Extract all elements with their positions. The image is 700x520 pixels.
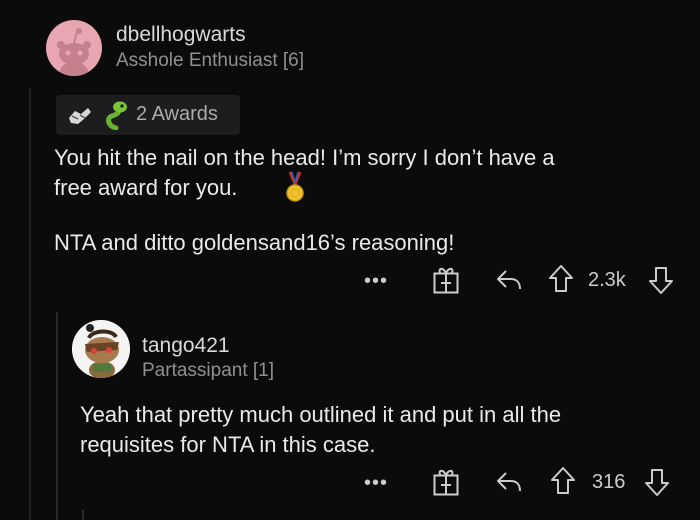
wholesome-hug-award-icon xyxy=(69,108,91,124)
more-options-button[interactable]: ••• xyxy=(364,472,388,495)
vote-score: 316 xyxy=(592,471,626,493)
user-flair: Partassipant [1] xyxy=(142,360,275,381)
downvote-arrow-icon[interactable] xyxy=(648,265,674,295)
gift-icon[interactable] xyxy=(432,467,460,497)
awards-count[interactable]: 2 Awards xyxy=(136,103,218,126)
comment-body-line: You hit the nail on the head! I’m sorry … xyxy=(54,145,555,170)
reply-arrow-icon[interactable] xyxy=(495,268,523,292)
more-options-button[interactable]: ••• xyxy=(364,270,388,293)
reply-username[interactable]: tango421 xyxy=(142,334,230,358)
comment-body-line: free award for you. xyxy=(54,175,238,200)
vote-score: 2.3k xyxy=(588,269,626,291)
avatar[interactable] xyxy=(72,320,130,378)
avatar[interactable] xyxy=(46,20,102,76)
upvote-arrow-icon[interactable] xyxy=(550,466,576,496)
reply-thread-line[interactable] xyxy=(56,312,58,520)
nested-thread-line[interactable] xyxy=(82,510,84,520)
downvote-arrow-icon[interactable] xyxy=(644,467,670,497)
comment-username[interactable]: dbellhogwarts xyxy=(116,23,246,47)
reply-body-line: requisites for NTA in this case. xyxy=(80,432,376,457)
gift-icon[interactable] xyxy=(432,265,460,295)
medal-emoji-icon xyxy=(286,171,304,202)
thread-line[interactable] xyxy=(29,88,31,520)
custom-snoo-avatar-icon xyxy=(72,320,130,378)
user-flair: Asshole Enthusiast [6] xyxy=(116,50,304,71)
reply-arrow-icon[interactable] xyxy=(495,470,523,494)
reply-body-line: Yeah that pretty much outlined it and pu… xyxy=(80,402,562,427)
snek-award-icon xyxy=(106,101,127,130)
comment-body-line: NTA and ditto goldensand16’s reasoning! xyxy=(54,230,455,255)
snoo-avatar-icon xyxy=(57,28,91,76)
upvote-arrow-icon[interactable] xyxy=(548,264,574,294)
